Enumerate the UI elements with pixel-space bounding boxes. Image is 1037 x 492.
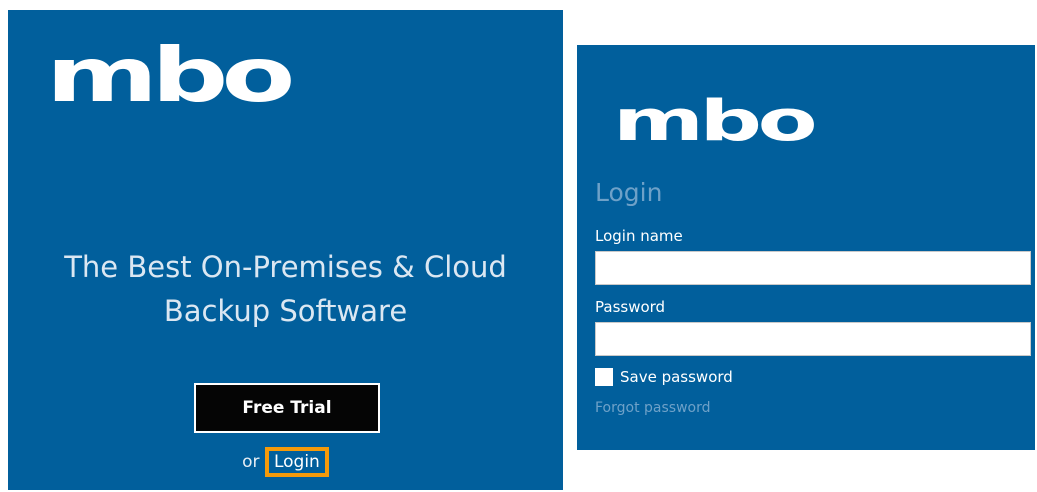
marketing-panel: mbo The Best On-Premises & Cloud Backup … [8, 10, 563, 490]
or-text: or [242, 452, 260, 472]
forgot-password-link[interactable]: Forgot password [595, 400, 711, 416]
tagline: The Best On-Premises & Cloud Backup Soft… [8, 245, 563, 333]
save-password-label: Save password [620, 368, 733, 386]
login-row: or Login [8, 447, 563, 477]
tagline-line-1: The Best On-Premises & Cloud [64, 250, 507, 284]
login-name-input[interactable] [595, 251, 1031, 285]
login-heading: Login [595, 178, 663, 207]
mbo-logo: mbo [613, 88, 818, 154]
login-panel: mbo Login Login name Password Save passw… [577, 45, 1035, 450]
save-password-checkbox[interactable] [595, 368, 613, 386]
password-label: Password [595, 298, 666, 316]
login-link[interactable]: Login [264, 447, 329, 477]
tagline-line-2: Backup Software [163, 294, 408, 328]
login-name-label: Login name [595, 227, 683, 245]
free-trial-button[interactable]: Free Trial [194, 383, 380, 433]
mbo-logo: mbo [46, 31, 295, 120]
save-password-row[interactable]: Save password [595, 367, 733, 387]
password-input[interactable] [595, 322, 1031, 356]
